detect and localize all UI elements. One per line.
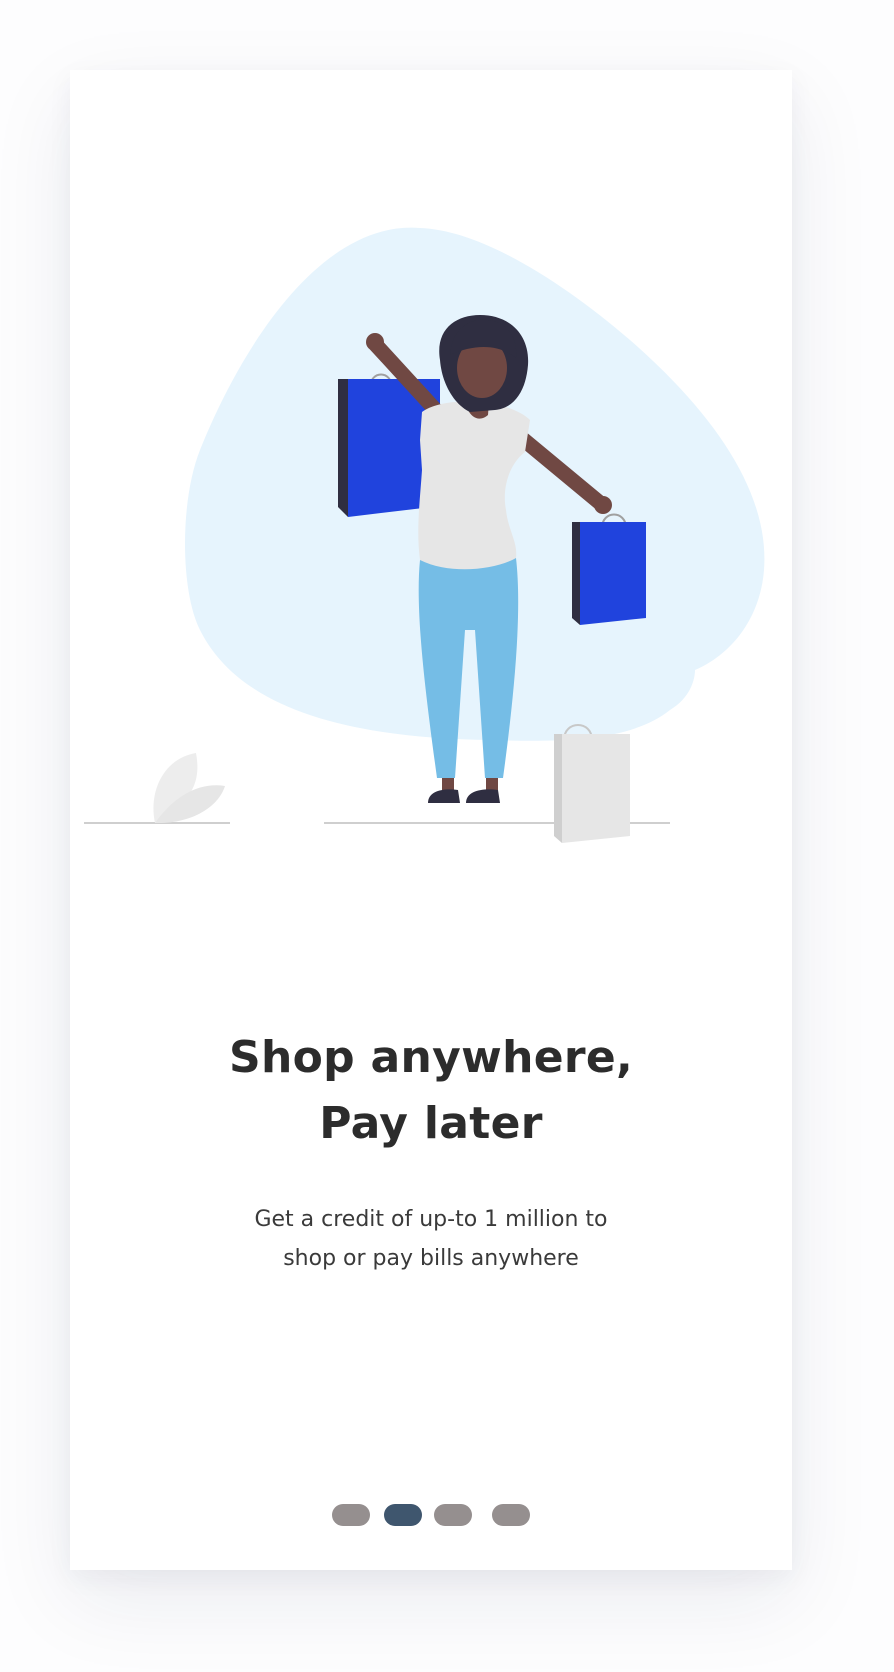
onboarding-screen: Shop anywhere, Pay later Get a credit of… bbox=[70, 70, 792, 1570]
page-dot-2[interactable] bbox=[384, 1504, 422, 1526]
white-bag-ground bbox=[554, 724, 630, 843]
page-dot-1[interactable] bbox=[332, 1504, 370, 1526]
shopping-illustration bbox=[84, 227, 765, 843]
page-dot-4[interactable] bbox=[492, 1504, 530, 1526]
title-line-1: Shop anywhere, bbox=[228, 1032, 634, 1083]
page-subtitle: Get a credit of up-to 1 million to shop … bbox=[70, 1200, 792, 1278]
subtitle-line-1: Get a credit of up-to 1 million to bbox=[254, 1207, 608, 1232]
page-indicator bbox=[70, 1504, 792, 1526]
blue-bag-right bbox=[572, 513, 646, 625]
shoe-left bbox=[428, 789, 460, 803]
shoe-right bbox=[466, 789, 500, 803]
page-dot-3[interactable] bbox=[434, 1504, 472, 1526]
title-line-2: Pay later bbox=[319, 1098, 543, 1149]
plant-icon bbox=[153, 753, 225, 824]
page-title: Shop anywhere, Pay later bbox=[70, 1025, 792, 1157]
subtitle-line-2: shop or pay bills anywhere bbox=[283, 1246, 579, 1271]
